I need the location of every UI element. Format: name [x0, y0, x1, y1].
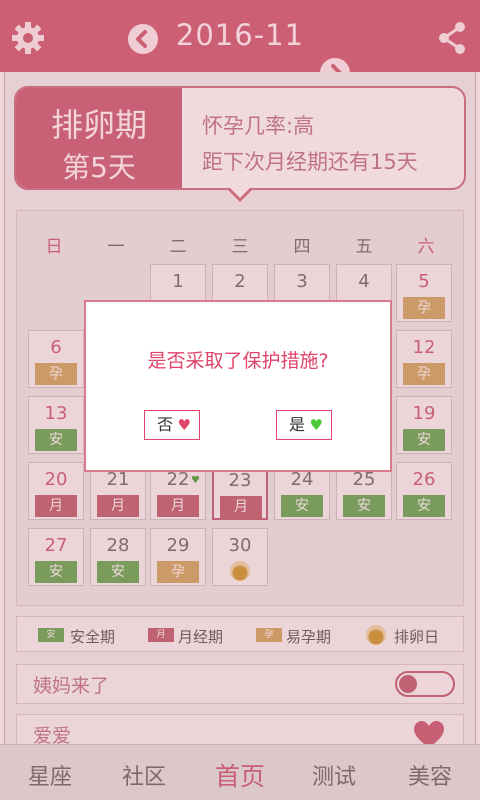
pink-heart-icon: ♥: [177, 416, 191, 434]
yes-button[interactable]: 是 ♥: [276, 410, 332, 440]
no-button-label: 否: [157, 415, 174, 434]
protection-dialog: 是否采取了保护措施? 否 ♥ 是 ♥: [84, 300, 392, 472]
green-heart-icon: ♥: [309, 416, 323, 434]
yes-button-label: 是: [289, 415, 306, 434]
no-button[interactable]: 否 ♥: [144, 410, 200, 440]
dialog-question: 是否采取了保护措施?: [147, 350, 329, 372]
